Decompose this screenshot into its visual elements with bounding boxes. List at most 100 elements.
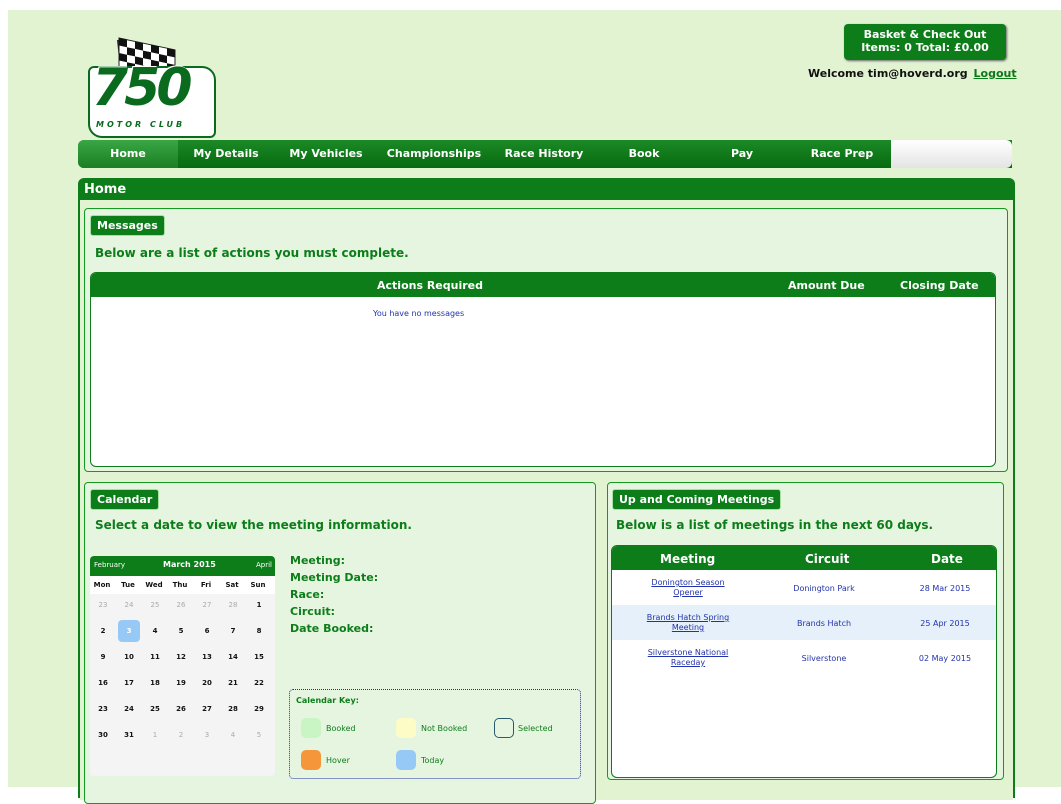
col-date: Date	[931, 552, 963, 566]
calendar-week: 9 10 11 12 13 14 15	[90, 646, 275, 672]
calendar-grid: 23 24 25 26 27 28 1 2 3 4 5 6 7 8 9 10 1…	[90, 594, 275, 776]
calendar-subtitle: Select a date to view the meeting inform…	[95, 518, 412, 532]
calendar-day[interactable]: 11	[144, 646, 166, 668]
calendar-day[interactable]: 30	[92, 724, 114, 746]
meeting-name-line1: Silverstone National	[647, 648, 729, 657]
calendar-day-today[interactable]: 3	[118, 620, 140, 642]
calendar-week: 2 3 4 5 6 7 8	[90, 620, 275, 646]
nav-item-book[interactable]: Book	[596, 140, 692, 168]
calendar-day-names: Mon Tue Wed Thu Fri Sat Sun	[90, 576, 275, 594]
nav-item-home[interactable]: Home	[78, 140, 178, 168]
calendar-day[interactable]: 31	[118, 724, 140, 746]
calendar-widget: February March 2015 April Mon Tue Wed Th…	[90, 556, 275, 776]
not-booked-swatch	[396, 718, 416, 738]
meetings-tag: Up and Coming Meetings	[612, 489, 782, 510]
meeting-info: Meeting: Meeting Date: Race: Circuit: Da…	[290, 552, 378, 637]
calendar-day[interactable]: 2	[92, 620, 114, 642]
calendar-day[interactable]: 26	[170, 594, 192, 616]
calendar-day[interactable]: 24	[118, 594, 140, 616]
calendar-day[interactable]: 10	[118, 646, 140, 668]
nav-item-race-history[interactable]: Race History	[496, 140, 592, 168]
selected-swatch	[494, 718, 514, 738]
calendar-week: 23 24 25 26 27 28 29	[90, 698, 275, 724]
calendar-day[interactable]: 4	[144, 620, 166, 642]
calendar-day[interactable]: 1	[248, 594, 270, 616]
meeting-link[interactable]: Brands Hatch Spring Meeting	[626, 613, 750, 633]
calendar-day[interactable]: 5	[248, 724, 270, 746]
selected-key-label: Selected	[518, 724, 553, 733]
not-booked-key-label: Not Booked	[421, 724, 468, 733]
next-month-link[interactable]: April	[256, 561, 272, 569]
calendar-day[interactable]: 16	[92, 672, 114, 694]
calendar-day[interactable]: 6	[196, 620, 218, 642]
calendar-day[interactable]: 26	[170, 698, 192, 720]
day-name: Fri	[200, 581, 212, 589]
meeting-date: 02 May 2015	[918, 654, 972, 663]
calendar-day[interactable]: 15	[248, 646, 270, 668]
nav-item-my-vehicles[interactable]: My Vehicles	[278, 140, 374, 168]
club-logo[interactable]: 750 MOTOR CLUB	[88, 34, 216, 138]
meeting-circuit: Brands Hatch	[796, 619, 852, 628]
nav-item-race-prep[interactable]: Race Prep	[794, 140, 890, 168]
calendar-week: 30 31 1 2 3 4 5	[90, 724, 275, 750]
messages-subtitle: Below are a list of actions you must com…	[95, 246, 409, 260]
calendar-day[interactable]: 8	[248, 620, 270, 642]
page-title: Home	[84, 182, 127, 197]
basket-checkout-button[interactable]: Basket & Check Out Items: 0 Total: £0.00	[844, 24, 1006, 60]
nav-item-pay[interactable]: Pay	[694, 140, 790, 168]
meeting-link[interactable]: Donington Season Opener	[626, 578, 750, 598]
calendar-day[interactable]: 20	[196, 672, 218, 694]
today-key-label: Today	[421, 756, 445, 765]
meeting-link[interactable]: Silverstone National Raceday	[626, 648, 750, 668]
meeting-row[interactable]: Donington Season Opener Donington Park 2…	[612, 570, 996, 605]
calendar-day[interactable]: 4	[222, 724, 244, 746]
col-amount-due: Amount Due	[788, 279, 865, 292]
meeting-row[interactable]: Brands Hatch Spring Meeting Brands Hatch…	[612, 605, 996, 640]
meeting-date: 25 Apr 2015	[920, 619, 970, 628]
nav-item-my-details[interactable]: My Details	[182, 140, 270, 168]
calendar-day[interactable]: 27	[196, 594, 218, 616]
calendar-day[interactable]: 18	[144, 672, 166, 694]
calendar-week: 16 17 18 19 20 21 22	[90, 672, 275, 698]
logo-subtitle: MOTOR CLUB	[96, 120, 186, 129]
calendar-day[interactable]: 1	[144, 724, 166, 746]
calendar-day[interactable]: 25	[144, 594, 166, 616]
nav-item-championships[interactable]: Championships	[380, 140, 488, 168]
calendar-day[interactable]: 19	[170, 672, 192, 694]
meeting-row[interactable]: Silverstone National Raceday Silverstone…	[612, 640, 996, 675]
calendar-day[interactable]: 29	[248, 698, 270, 720]
calendar-day[interactable]: 23	[92, 698, 114, 720]
welcome-bar: Welcome tim@hoverd.org Logout	[808, 67, 1017, 80]
calendar-header: February March 2015 April	[90, 556, 275, 576]
calendar-day[interactable]: 3	[196, 724, 218, 746]
day-name: Sun	[250, 581, 266, 589]
calendar-key: Calendar Key: Booked Not Booked Selected…	[289, 689, 581, 779]
day-name: Mon	[93, 581, 111, 589]
calendar-day[interactable]: 27	[196, 698, 218, 720]
calendar-day[interactable]: 21	[222, 672, 244, 694]
prev-month-link[interactable]: February	[94, 561, 125, 569]
calendar-day[interactable]: 28	[222, 594, 244, 616]
date-booked-label: Date Booked:	[290, 622, 374, 635]
hover-key-label: Hover	[326, 756, 350, 765]
logout-link[interactable]: Logout	[974, 67, 1017, 80]
calendar-day[interactable]: 23	[92, 594, 114, 616]
col-circuit: Circuit	[805, 552, 850, 566]
calendar-day[interactable]: 22	[248, 672, 270, 694]
calendar-day[interactable]: 17	[118, 672, 140, 694]
calendar-day[interactable]: 25	[144, 698, 166, 720]
booked-key-label: Booked	[326, 724, 356, 733]
calendar-day[interactable]: 14	[222, 646, 244, 668]
calendar-day[interactable]: 13	[196, 646, 218, 668]
meetings-table: Meeting Circuit Date Donington Season Op…	[611, 545, 997, 778]
meeting-name-line1: Brands Hatch Spring	[646, 613, 730, 622]
calendar-day[interactable]: 7	[222, 620, 244, 642]
calendar-day[interactable]: 28	[222, 698, 244, 720]
calendar-day[interactable]: 24	[118, 698, 140, 720]
today-swatch	[396, 750, 416, 770]
calendar-day[interactable]: 9	[92, 646, 114, 668]
actions-table: Actions Required Amount Due Closing Date…	[90, 272, 996, 467]
calendar-day[interactable]: 2	[170, 724, 192, 746]
calendar-day[interactable]: 5	[170, 620, 192, 642]
calendar-day[interactable]: 12	[170, 646, 192, 668]
